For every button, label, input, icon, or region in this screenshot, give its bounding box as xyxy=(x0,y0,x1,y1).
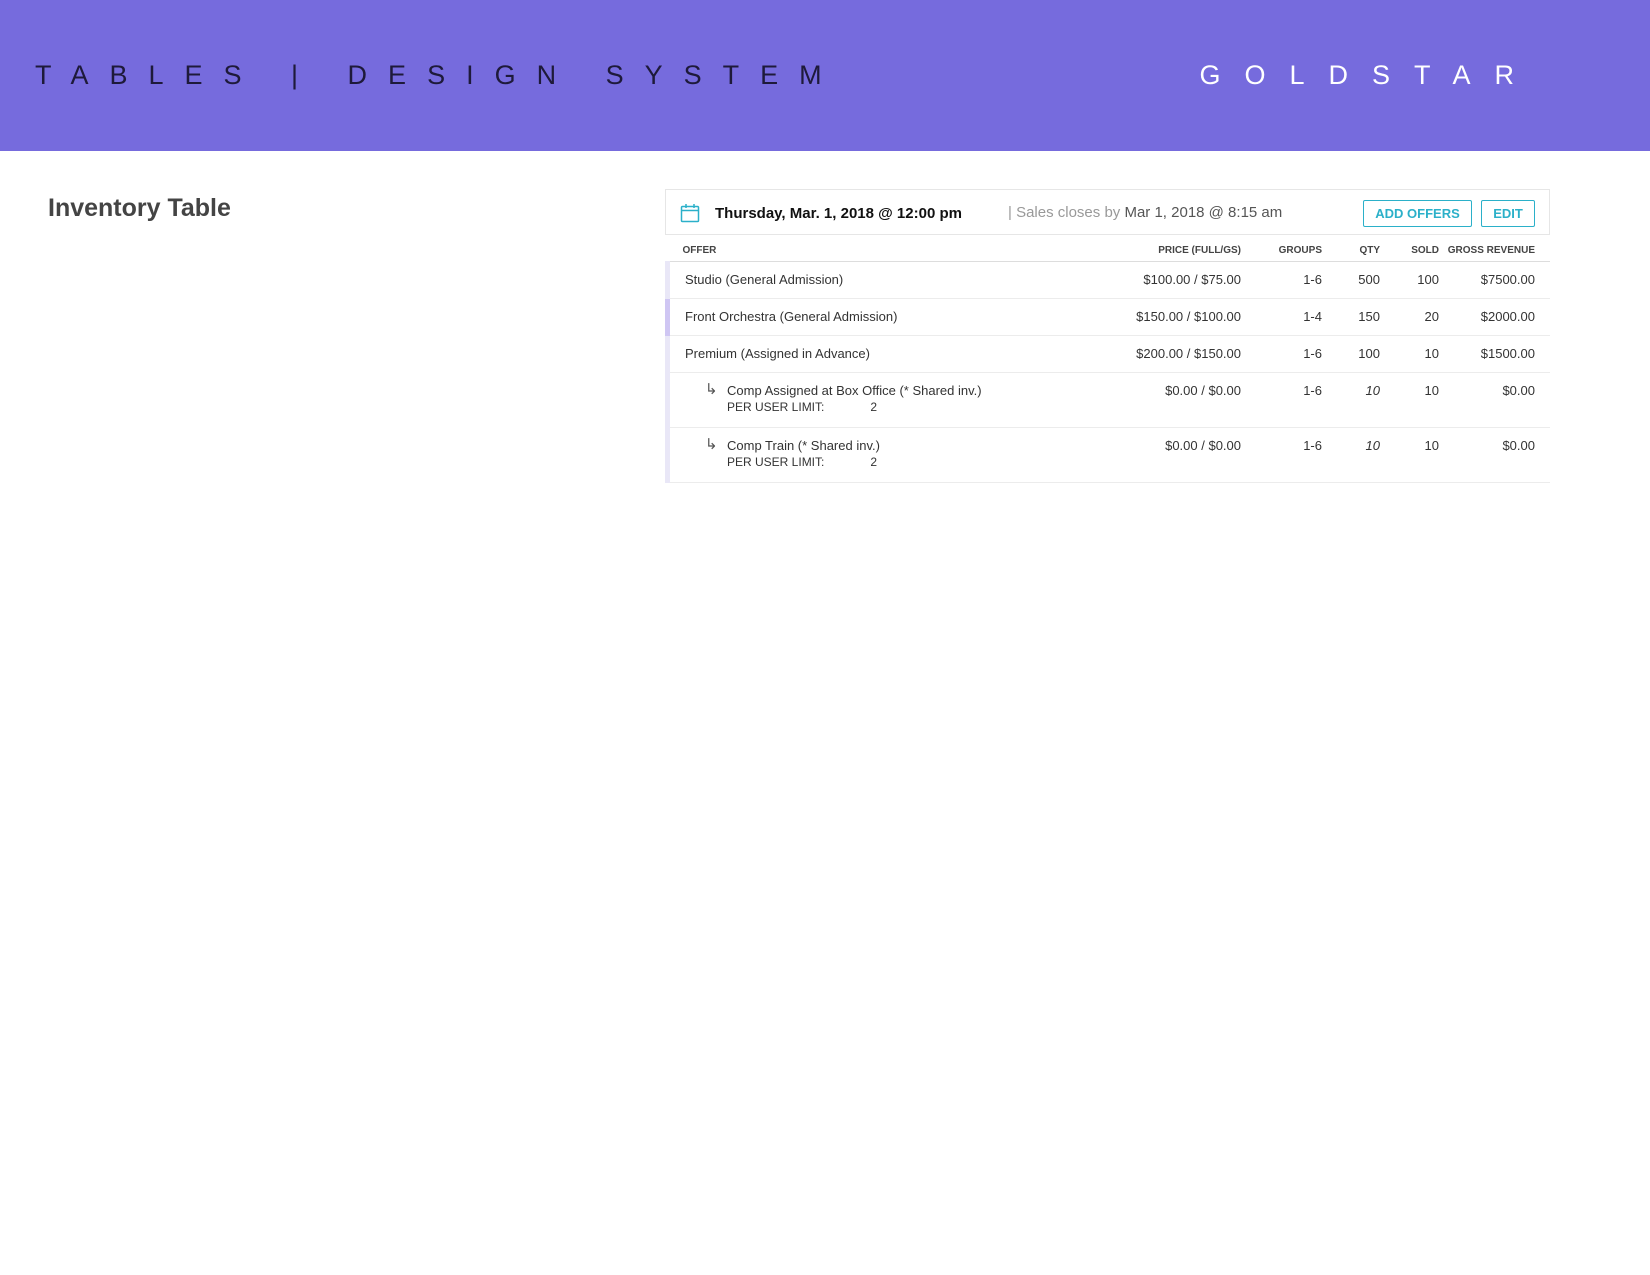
sales-closes-label: | Sales closes by xyxy=(1008,204,1121,221)
add-offers-button[interactable]: ADD OFFERS xyxy=(1363,200,1472,227)
sales-closes: | Sales closes by Mar 1, 2018 @ 8:15 am xyxy=(1008,204,1282,221)
inventory-table-card: Thursday, Mar. 1, 2018 @ 12:00 pm | Sale… xyxy=(665,189,1550,483)
header-banner: TABLES | DESIGN SYSTEM GOLDSTAR xyxy=(0,0,1650,151)
section-title: Inventory Table xyxy=(48,194,231,222)
offer-name: Front Orchestra (General Admission) xyxy=(665,298,1096,336)
column-header-qty: QTY xyxy=(1322,235,1380,262)
per-user-limit-value: 2 xyxy=(870,399,878,414)
offer-price: $0.00 / $0.00 xyxy=(1096,427,1241,483)
column-header-sold: SOLD xyxy=(1380,235,1439,262)
per-user-limit: PER USER LIMIT: 2 xyxy=(727,454,1096,470)
table-header-row: OFFER PRICE (FULL/GS) GROUPS QTY SOLD GR… xyxy=(667,235,1550,262)
sales-closes-date: Mar 1, 2018 @ 8:15 am xyxy=(1124,204,1283,221)
column-header-groups: GROUPS xyxy=(1241,235,1322,262)
sub-offer-arrow-icon: ↳ xyxy=(705,435,718,453)
offer-sold: 10 xyxy=(1380,335,1439,373)
offer-qty: 10 xyxy=(1322,427,1380,483)
brand-logo-text: GOLDSTAR xyxy=(1199,60,1538,90)
table-row[interactable]: Front Orchestra (General Admission) $150… xyxy=(665,298,1550,336)
offer-price: $100.00 / $75.00 xyxy=(1096,261,1241,299)
offer-name: Studio (General Admission) xyxy=(665,261,1096,299)
per-user-limit-label: PER USER LIMIT: xyxy=(727,454,825,469)
sub-offer-cell: ↳ Comp Train (* Shared inv.) PER USER LI… xyxy=(665,427,1096,483)
per-user-limit: PER USER LIMIT: 2 xyxy=(727,399,1096,415)
sub-offer-arrow-icon: ↳ xyxy=(705,380,718,398)
offer-name: Premium (Assigned in Advance) xyxy=(665,335,1096,373)
banner-title: TABLES | DESIGN SYSTEM xyxy=(35,60,843,90)
sub-offer: ↳ Comp Train (* Shared inv.) PER USER LI… xyxy=(685,435,1096,470)
table-row[interactable]: Studio (General Admission) $100.00 / $75… xyxy=(665,261,1550,299)
table-row[interactable]: Premium (Assigned in Advance) $200.00 / … xyxy=(665,335,1550,373)
offer-qty: 10 xyxy=(1322,372,1380,428)
sub-offer-cell: ↳ Comp Assigned at Box Office (* Shared … xyxy=(665,372,1096,428)
offer-sold: 10 xyxy=(1380,427,1439,483)
offer-gross-revenue: $0.00 xyxy=(1439,372,1550,428)
offer-price: $0.00 / $0.00 xyxy=(1096,372,1241,428)
offer-gross-revenue: $0.00 xyxy=(1439,427,1550,483)
offer-groups: 1-6 xyxy=(1241,261,1322,299)
column-header-gross-revenue: GROSS REVENUE xyxy=(1439,235,1550,262)
table-sub-row[interactable]: ↳ Comp Train (* Shared inv.) PER USER LI… xyxy=(665,427,1550,483)
offer-groups: 1-4 xyxy=(1241,298,1322,336)
offer-sold: 10 xyxy=(1380,372,1439,428)
offer-sold: 100 xyxy=(1380,261,1439,299)
offer-gross-revenue: $2000.00 xyxy=(1439,298,1550,336)
per-user-limit-value: 2 xyxy=(870,454,878,469)
inventory-table: OFFER PRICE (FULL/GS) GROUPS QTY SOLD GR… xyxy=(665,235,1550,483)
event-date: Thursday, Mar. 1, 2018 @ 12:00 pm xyxy=(715,205,962,222)
table-sub-row[interactable]: ↳ Comp Assigned at Box Office (* Shared … xyxy=(665,372,1550,428)
offer-qty: 150 xyxy=(1322,298,1380,336)
offer-price: $200.00 / $150.00 xyxy=(1096,335,1241,373)
offer-groups: 1-6 xyxy=(1241,372,1322,428)
sub-offer: ↳ Comp Assigned at Box Office (* Shared … xyxy=(685,380,1096,415)
offer-qty: 100 xyxy=(1322,335,1380,373)
offer-price: $150.00 / $100.00 xyxy=(1096,298,1241,336)
offer-groups: 1-6 xyxy=(1241,335,1322,373)
per-user-limit-label: PER USER LIMIT: xyxy=(727,399,825,414)
sub-offer-name: Comp Assigned at Box Office (* Shared in… xyxy=(727,382,982,398)
offer-gross-revenue: $1500.00 xyxy=(1439,335,1550,373)
calendar-icon xyxy=(680,204,700,223)
column-header-offer: OFFER xyxy=(667,235,1096,262)
offer-groups: 1-6 xyxy=(1241,427,1322,483)
offer-gross-revenue: $7500.00 xyxy=(1439,261,1550,299)
edit-button[interactable]: EDIT xyxy=(1481,200,1535,227)
offer-qty: 500 xyxy=(1322,261,1380,299)
event-header: Thursday, Mar. 1, 2018 @ 12:00 pm | Sale… xyxy=(665,189,1550,235)
sub-offer-name: Comp Train (* Shared inv.) xyxy=(727,437,880,453)
offer-sold: 20 xyxy=(1380,298,1439,336)
column-header-price: PRICE (FULL/GS) xyxy=(1096,235,1241,262)
